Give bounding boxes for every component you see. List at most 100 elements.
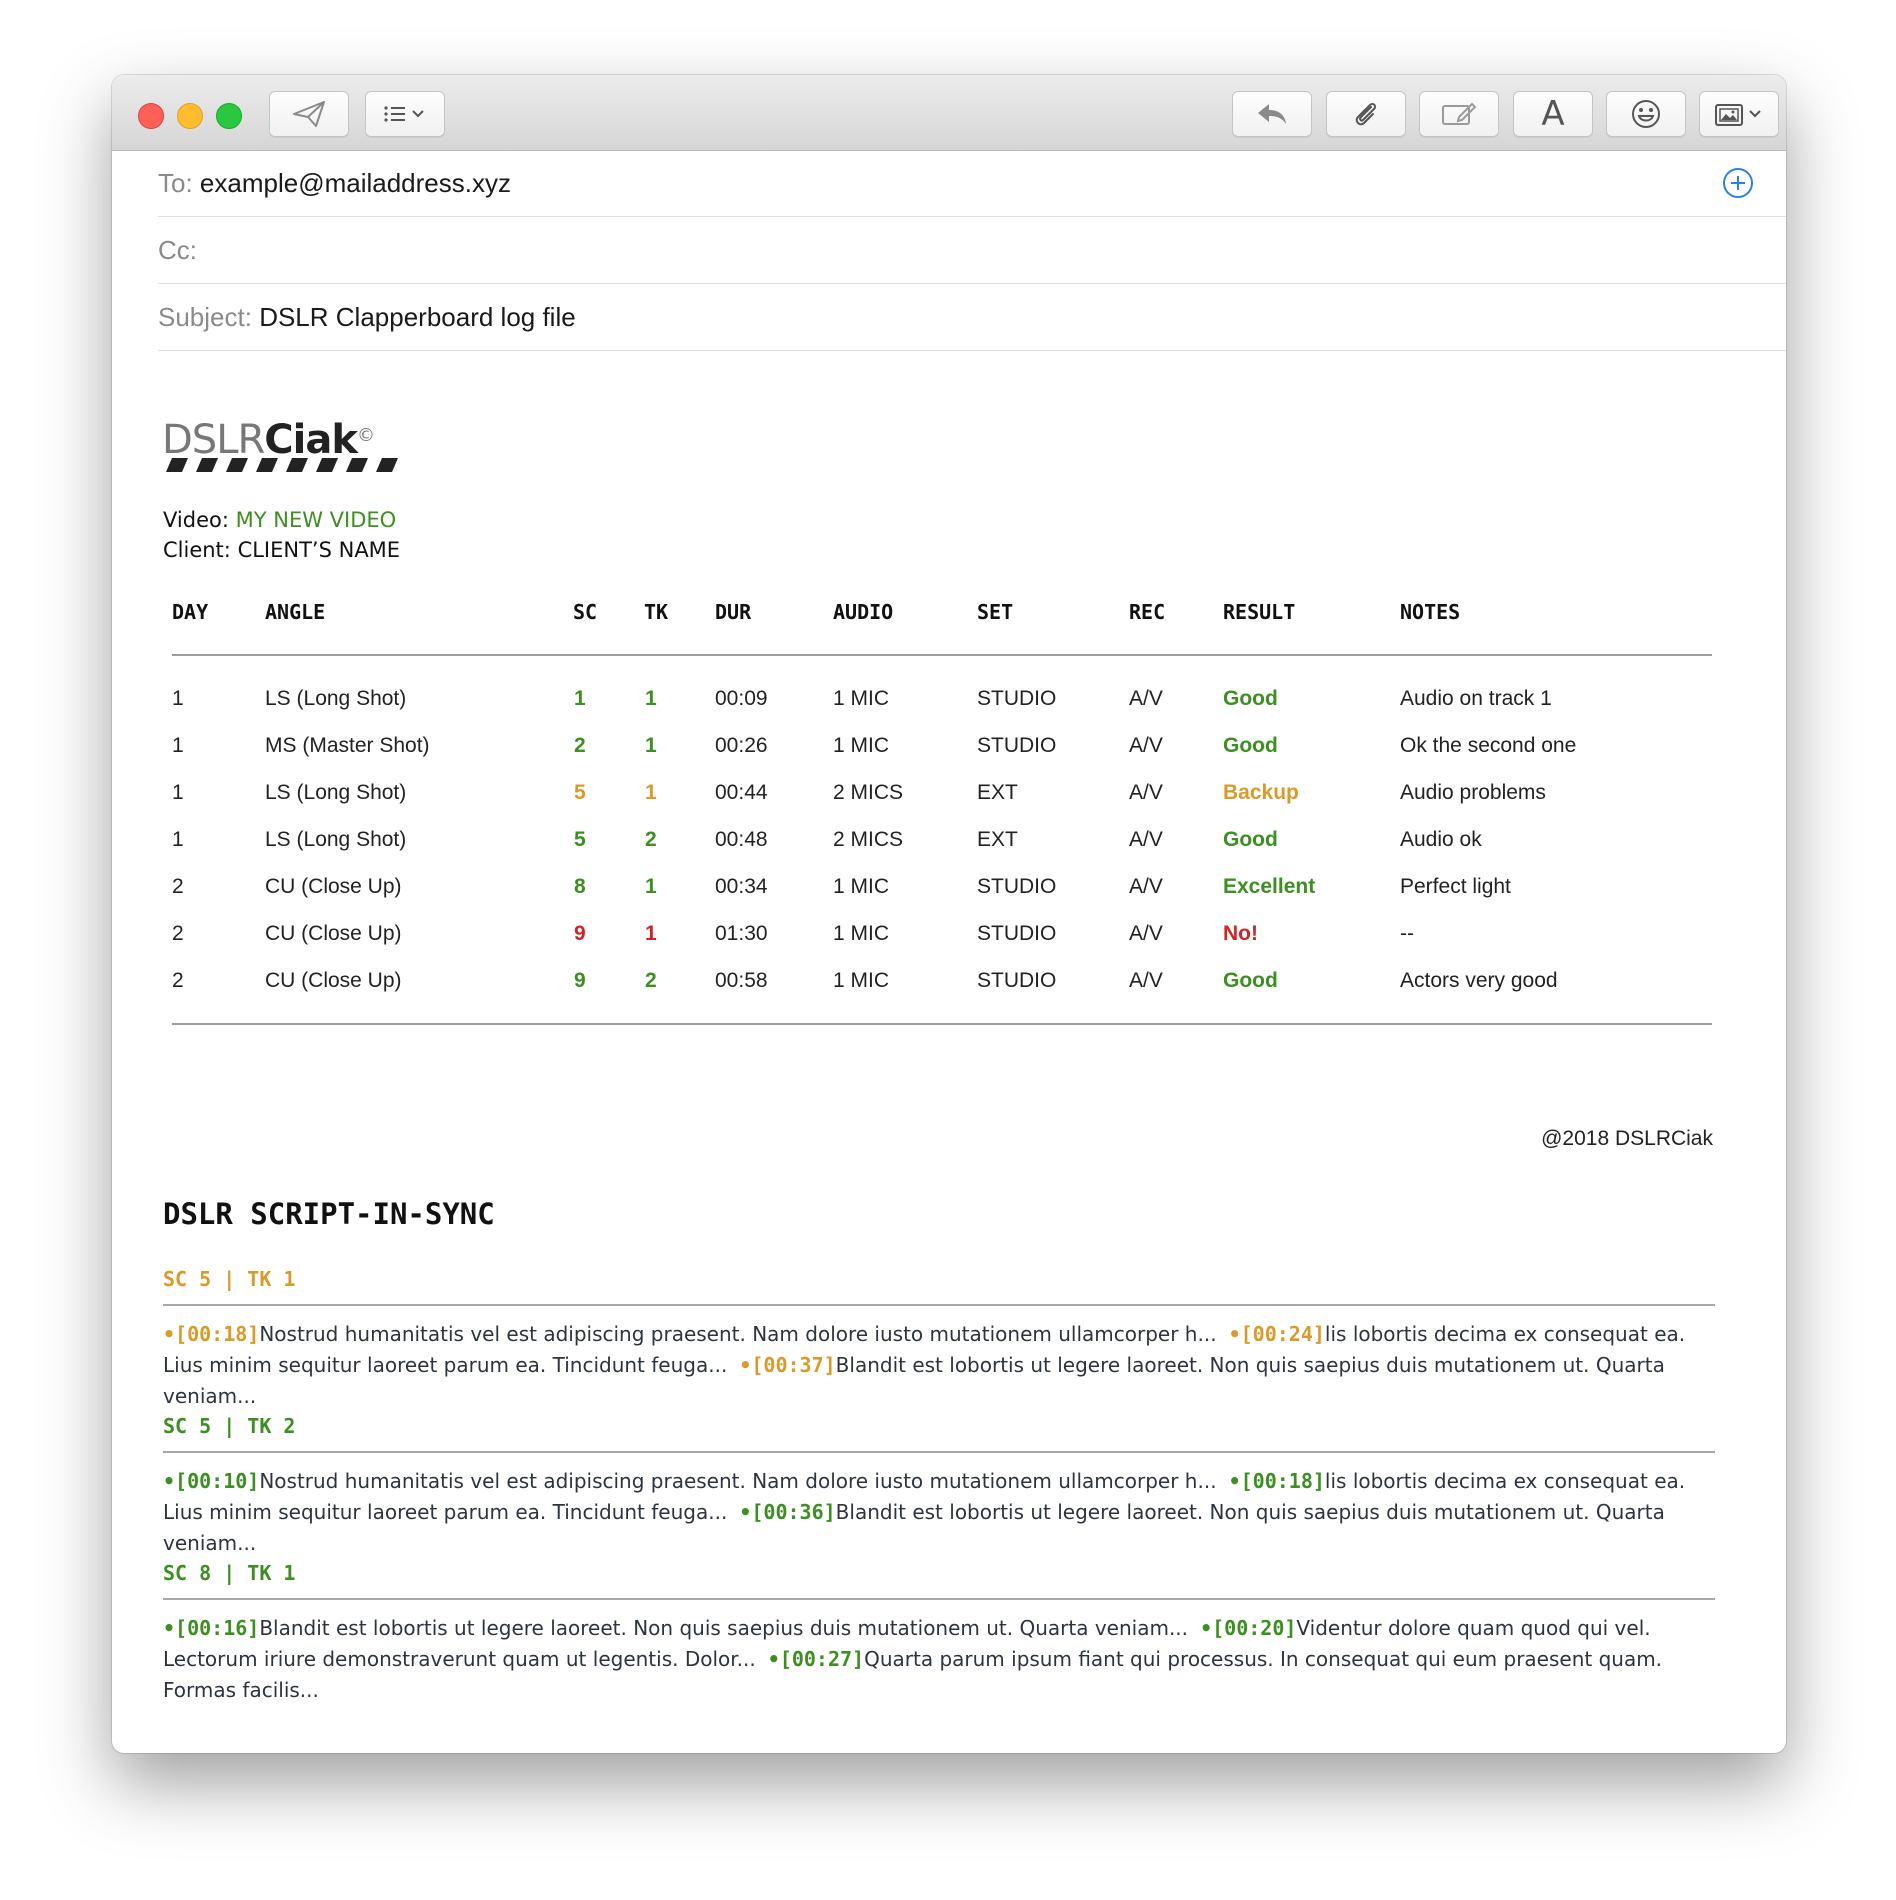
mail-compose-window: A To: example@mailaddress.xyz Cc: Subjec… [112, 75, 1786, 1753]
client-name: CLIENT’S NAME [237, 538, 401, 562]
cell-tk: 1 [645, 875, 657, 898]
cell-result: Good [1223, 687, 1278, 710]
copyright: @2018 DSLRCiak [1541, 1127, 1713, 1150]
cell-day: 1 [172, 781, 184, 804]
logo-text: DSLRCiak© [162, 417, 375, 463]
cell-set: STUDIO [977, 687, 1057, 710]
sync-section-heading: SC 8 | TK 1 [163, 1561, 296, 1585]
cell-dur: 00:09 [715, 687, 768, 710]
cell-rec: A/V [1129, 687, 1163, 710]
col-header-rec: REC [1129, 600, 1166, 624]
cell-rec: A/V [1129, 734, 1163, 757]
cell-sc: 2 [574, 734, 586, 757]
cell-dur: 00:26 [715, 734, 768, 757]
timestamp: •[00:18] [1216, 1469, 1325, 1493]
timestamp: •[00:10] [163, 1469, 260, 1493]
cell-day: 2 [172, 922, 184, 945]
cell-sc: 8 [574, 875, 586, 898]
sync-title: DSLR SCRIPT-IN-SYNC [163, 1197, 495, 1231]
cell-dur: 00:34 [715, 875, 768, 898]
cell-notes: Audio ok [1400, 828, 1482, 851]
cell-notes: Audio on track 1 [1400, 687, 1552, 710]
cell-notes: Audio problems [1400, 781, 1546, 804]
cell-angle: CU (Close Up) [265, 969, 402, 992]
cell-angle: LS (Long Shot) [265, 687, 407, 710]
message-body[interactable]: DSLRCiak© Video: MY NEW VIDEO Client: CL… [112, 75, 1786, 1753]
cell-rec: A/V [1129, 969, 1163, 992]
sync-section-rule [163, 1451, 1715, 1453]
cell-rec: A/V [1129, 828, 1163, 851]
timestamp: •[00:36] [727, 1500, 836, 1524]
cell-angle: CU (Close Up) [265, 875, 402, 898]
cell-set: EXT [977, 828, 1018, 851]
cell-set: STUDIO [977, 922, 1057, 945]
cell-day: 1 [172, 734, 184, 757]
timestamp: •[00:16] [163, 1616, 260, 1640]
timestamp: •[00:20] [1188, 1616, 1297, 1640]
cell-tk: 1 [645, 687, 657, 710]
sync-section-heading: SC 5 | TK 2 [163, 1414, 296, 1438]
sync-section-text: •[00:18]Nostrud humanitatis vel est adip… [163, 1319, 1723, 1412]
cell-result: Good [1223, 969, 1278, 992]
script-excerpt: Nostrud humanitatis vel est adipiscing p… [259, 1469, 1217, 1493]
col-header-tk: TK [644, 600, 669, 624]
table-bottom-rule [172, 1023, 1712, 1025]
col-header-set: SET [977, 600, 1014, 624]
cell-tk: 2 [645, 828, 657, 851]
cell-result: Backup [1223, 781, 1299, 804]
cell-rec: A/V [1129, 922, 1163, 945]
cell-angle: LS (Long Shot) [265, 781, 407, 804]
col-header-result: RESULT [1223, 600, 1296, 624]
timestamp: •[00:37] [727, 1353, 836, 1377]
cell-audio: 2 MICS [833, 781, 904, 804]
cell-day: 1 [172, 828, 184, 851]
cell-tk: 1 [645, 734, 657, 757]
cell-tk: 2 [645, 969, 657, 992]
cell-set: EXT [977, 781, 1018, 804]
cell-tk: 1 [645, 922, 657, 945]
cell-rec: A/V [1129, 875, 1163, 898]
cell-angle: MS (Master Shot) [265, 734, 430, 757]
cell-day: 2 [172, 969, 184, 992]
col-header-day: DAY [172, 600, 209, 624]
col-header-sc: SC [573, 600, 598, 624]
col-header-angle: ANGLE [265, 600, 326, 624]
cell-sc: 5 [574, 781, 586, 804]
cell-set: STUDIO [977, 734, 1057, 757]
cell-audio: 1 MIC [833, 875, 890, 898]
cell-notes: Perfect light [1400, 875, 1511, 898]
clapper-stripe-icon [166, 458, 398, 472]
timestamp: •[00:27] [755, 1647, 865, 1671]
video-name: MY NEW VIDEO [235, 508, 397, 532]
table-top-rule [172, 654, 1712, 656]
cell-dur: 00:44 [715, 781, 768, 804]
cell-angle: LS (Long Shot) [265, 828, 407, 851]
cell-result: Excellent [1223, 875, 1316, 898]
cell-audio: 1 MIC [833, 969, 890, 992]
col-header-audio: AUDIO [833, 600, 894, 624]
col-header-notes: NOTES [1400, 600, 1461, 624]
cell-tk: 1 [645, 781, 657, 804]
cell-set: STUDIO [977, 875, 1057, 898]
cell-dur: 01:30 [715, 922, 768, 945]
cell-sc: 1 [574, 687, 586, 710]
cell-dur: 00:48 [715, 828, 768, 851]
cell-dur: 00:58 [715, 969, 768, 992]
cell-notes: Actors very good [1400, 969, 1558, 992]
cell-sc: 9 [574, 922, 586, 945]
sync-section-rule [163, 1598, 1715, 1600]
timestamp: •[00:24] [1216, 1322, 1325, 1346]
script-excerpt: Nostrud humanitatis vel est adipiscing p… [259, 1322, 1217, 1346]
cell-result: No! [1223, 922, 1258, 945]
col-header-dur: DUR [715, 600, 752, 624]
client-line: Client: CLIENT’S NAME [163, 538, 401, 562]
timestamp: •[00:18] [163, 1322, 260, 1346]
cell-result: Good [1223, 828, 1278, 851]
sync-section-text: •[00:10]Nostrud humanitatis vel est adip… [163, 1466, 1723, 1559]
cell-sc: 5 [574, 828, 586, 851]
cell-notes: -- [1400, 922, 1414, 945]
video-line: Video: MY NEW VIDEO [163, 508, 397, 532]
cell-audio: 1 MIC [833, 734, 890, 757]
cell-rec: A/V [1129, 781, 1163, 804]
cell-audio: 1 MIC [833, 922, 890, 945]
